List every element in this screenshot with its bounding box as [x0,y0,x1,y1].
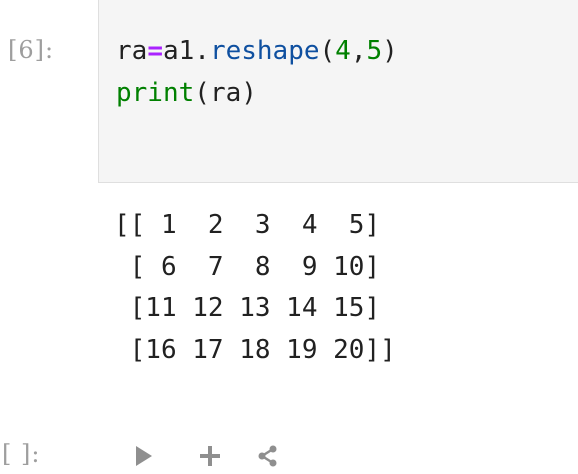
code-token-paren-open: ( [194,78,210,108]
code-token-method: reshape [209,36,320,66]
output-line: [[ 1 2 3 4 5] [114,210,381,240]
run-cell-button[interactable] [128,440,160,472]
cell-prompt-empty: [ ]: [2,440,41,468]
code-line-1: ra=a1.reshape(4,5) [116,30,398,72]
code-token-paren-close: ) [241,78,257,108]
code-token-comma: , [350,36,367,66]
code-block: ra=a1.reshape(4,5) print(ra) [116,30,398,114]
code-token-paren-open: ( [319,36,336,66]
code-token-variable: ra [116,36,148,66]
output-line: [11 12 13 14 15] [114,293,381,323]
code-token-variable: ra [209,78,242,108]
code-token-operator: = [147,36,163,66]
code-cell-editor[interactable]: ra=a1.reshape(4,5) print(ra) [98,0,578,183]
code-token-object: a1. [162,36,210,66]
code-line-2: print(ra) [116,72,398,114]
add-cell-button[interactable] [194,440,226,472]
code-token-paren-close: ) [382,36,398,66]
cell-output: [[ 1 2 3 4 5] [ 6 7 8 9 10] [11 12 13 14… [114,205,396,371]
share-icon [258,445,277,467]
play-icon [136,446,152,466]
code-token-builtin: print [116,78,195,108]
output-line: [ 6 7 8 9 10] [114,251,381,282]
code-token-number: 4 [335,36,351,66]
share-cell-button[interactable] [252,440,284,472]
code-token-number: 5 [366,36,383,66]
output-line: [16 17 18 19 20]] [114,334,396,365]
cell-prompt-executed: [6]: [8,36,55,64]
plus-icon [200,446,220,466]
